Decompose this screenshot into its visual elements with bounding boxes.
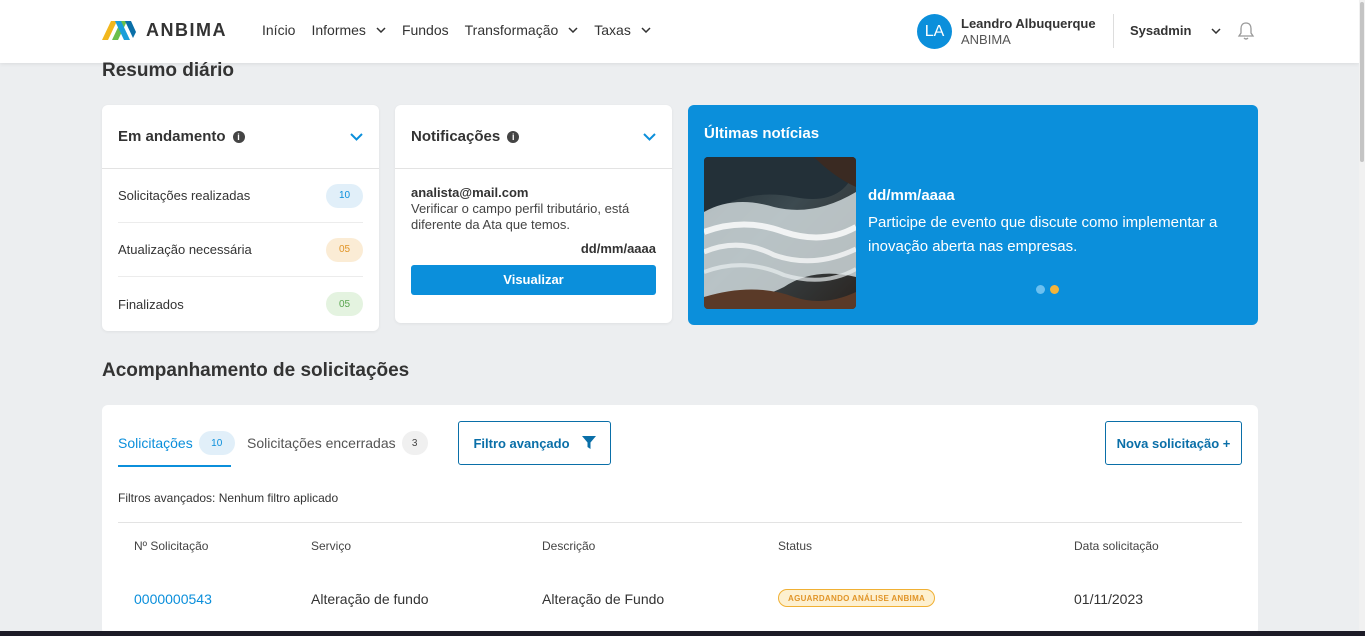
notification-email: analista@mail.com xyxy=(411,185,529,200)
tab-label: Solicitações encerradas xyxy=(247,435,396,451)
card-header[interactable]: Notificações i xyxy=(395,105,672,169)
card-title: Notificações i xyxy=(411,128,520,145)
card-em-andamento: Em andamento i Solicitações realizadas 1… xyxy=(102,105,379,331)
filter-icon xyxy=(581,436,596,450)
nav-item-informes[interactable]: Informes xyxy=(311,22,386,38)
count-badge: 05 xyxy=(326,292,363,316)
tab-active-indicator xyxy=(118,465,231,467)
info-icon[interactable]: i xyxy=(507,130,520,143)
news-text[interactable]: Participe de evento que discute como imp… xyxy=(868,211,1248,259)
carousel-dot[interactable] xyxy=(1036,285,1045,294)
filters-label: Filtros avançados: xyxy=(118,491,216,505)
user-name: Leandro Albuquerque xyxy=(961,15,1096,31)
column-header-descricao[interactable]: Descrição xyxy=(542,539,595,553)
nav-item-inicio[interactable]: Início xyxy=(262,22,295,38)
logo-text: ANBIMA xyxy=(146,19,227,40)
nav-item-label: Informes xyxy=(311,22,366,38)
top-navigation-bar: ANBIMA Início Informes Fundos Transforma… xyxy=(0,0,1359,63)
nav-item-transformacao[interactable]: Transformação xyxy=(465,22,579,38)
card-header[interactable]: Em andamento i xyxy=(102,105,379,169)
nav-item-label: Início xyxy=(262,22,296,38)
count-badge: 05 xyxy=(326,237,363,262)
column-header-status[interactable]: Status xyxy=(778,539,812,553)
requests-panel: Solicitações 10 Solicitações encerradas … xyxy=(102,405,1258,635)
notification-text: Verificar o campo perfil tributário, est… xyxy=(411,201,630,232)
count-badge: 10 xyxy=(326,183,363,208)
cell-descricao: Alteração de Fundo xyxy=(542,591,665,607)
filtro-avancado-button[interactable]: Filtro avançado xyxy=(458,421,611,465)
divider xyxy=(118,522,1242,523)
row-label: Finalizados xyxy=(118,296,184,312)
request-number-link[interactable]: 0000000543 xyxy=(134,591,212,607)
visualizar-button[interactable]: Visualizar xyxy=(411,265,656,295)
filters-value: Nenhum filtro aplicado xyxy=(218,491,339,505)
section-title-acompanhamento: Acompanhamento de solicitações xyxy=(102,360,410,381)
card-notificacoes: Notificações i analista@mail.com Verific… xyxy=(395,105,672,323)
nav-item-fundos[interactable]: Fundos xyxy=(402,22,449,38)
chevron-down-icon[interactable] xyxy=(643,128,656,146)
tab-label: Solicitações xyxy=(118,435,193,451)
role-selector[interactable]: Sysadmin xyxy=(1130,23,1221,38)
cell-servico: Alteração de fundo xyxy=(311,591,429,607)
list-item[interactable]: Finalizados 05 xyxy=(118,277,363,331)
tab-count-badge: 3 xyxy=(401,431,428,455)
column-header-servico[interactable]: Serviço xyxy=(311,539,351,553)
scrollbar-thumb[interactable] xyxy=(1360,2,1364,162)
tab-count-badge: 10 xyxy=(198,431,235,455)
cell-data: 01/11/2023 xyxy=(1074,591,1144,607)
page-scrollbar[interactable] xyxy=(1359,0,1365,636)
button-label: Filtro avançado xyxy=(473,435,570,451)
card-title-text: Notificações xyxy=(411,128,501,145)
tab-solicitacoes-encerradas[interactable]: Solicitações encerradas 3 xyxy=(247,431,428,455)
news-card: Últimas notícias dd/mm/aaaa Participe de… xyxy=(688,105,1258,325)
chevron-down-icon xyxy=(1211,27,1221,34)
chevron-down-icon xyxy=(641,27,651,33)
news-date: dd/mm/aaaa xyxy=(868,187,955,204)
chevron-down-icon[interactable] xyxy=(350,128,363,146)
nav-item-taxas[interactable]: Taxas xyxy=(594,22,651,38)
row-label: Atualização necessária xyxy=(118,242,252,257)
user-org: ANBIMA xyxy=(961,31,1011,47)
news-image[interactable] xyxy=(704,157,856,309)
nav-item-label: Taxas xyxy=(594,22,631,38)
column-header-data[interactable]: Data solicitação xyxy=(1074,539,1159,553)
list-item[interactable]: Solicitações realizadas 10 xyxy=(118,169,363,223)
chevron-down-icon xyxy=(568,27,578,33)
role-label: Sysadmin xyxy=(1130,23,1192,38)
section-title-resumo: Resumo diário xyxy=(102,60,234,81)
notification-date: dd/mm/aaaa xyxy=(580,241,656,256)
bell-icon[interactable] xyxy=(1237,21,1255,46)
nav-item-label: Transformação xyxy=(464,22,559,38)
anbima-logo-icon xyxy=(102,21,136,40)
list-item[interactable]: Atualização necessária 05 xyxy=(118,223,363,277)
card-title-text: Em andamento xyxy=(118,128,226,145)
news-title: Últimas notícias xyxy=(704,125,820,142)
header-divider xyxy=(1113,14,1114,48)
filters-summary: Filtros avançados: Nenhum filtro aplicad… xyxy=(118,491,338,505)
carousel-dot-active[interactable] xyxy=(1050,285,1059,294)
chevron-down-icon xyxy=(376,27,386,33)
user-info: Leandro Albuquerque ANBIMA xyxy=(961,16,1096,48)
column-header-numero[interactable]: Nº Solicitação xyxy=(134,539,208,553)
bottom-strip xyxy=(0,631,1365,636)
tab-solicitacoes[interactable]: Solicitações 10 xyxy=(118,431,235,455)
status-badge: AGUARDANDO ANÁLISE ANBIMA xyxy=(778,589,936,607)
user-profile[interactable]: LA Leandro Albuquerque ANBIMA xyxy=(917,14,1096,49)
avatar: LA xyxy=(917,14,952,49)
row-label: Solicitações realizadas xyxy=(118,188,251,203)
nova-solicitacao-button[interactable]: Nova solicitação + xyxy=(1105,421,1242,465)
carousel-dots xyxy=(1036,285,1064,294)
info-icon[interactable]: i xyxy=(232,130,245,143)
notification-body: analista@mail.com Verificar o campo perf… xyxy=(395,169,672,295)
card-title: Em andamento i xyxy=(118,128,245,145)
anbima-logo[interactable]: ANBIMA xyxy=(102,18,227,42)
nav-item-label: Fundos xyxy=(401,22,449,38)
main-nav: Início Informes Fundos Transformação Tax… xyxy=(262,22,667,38)
